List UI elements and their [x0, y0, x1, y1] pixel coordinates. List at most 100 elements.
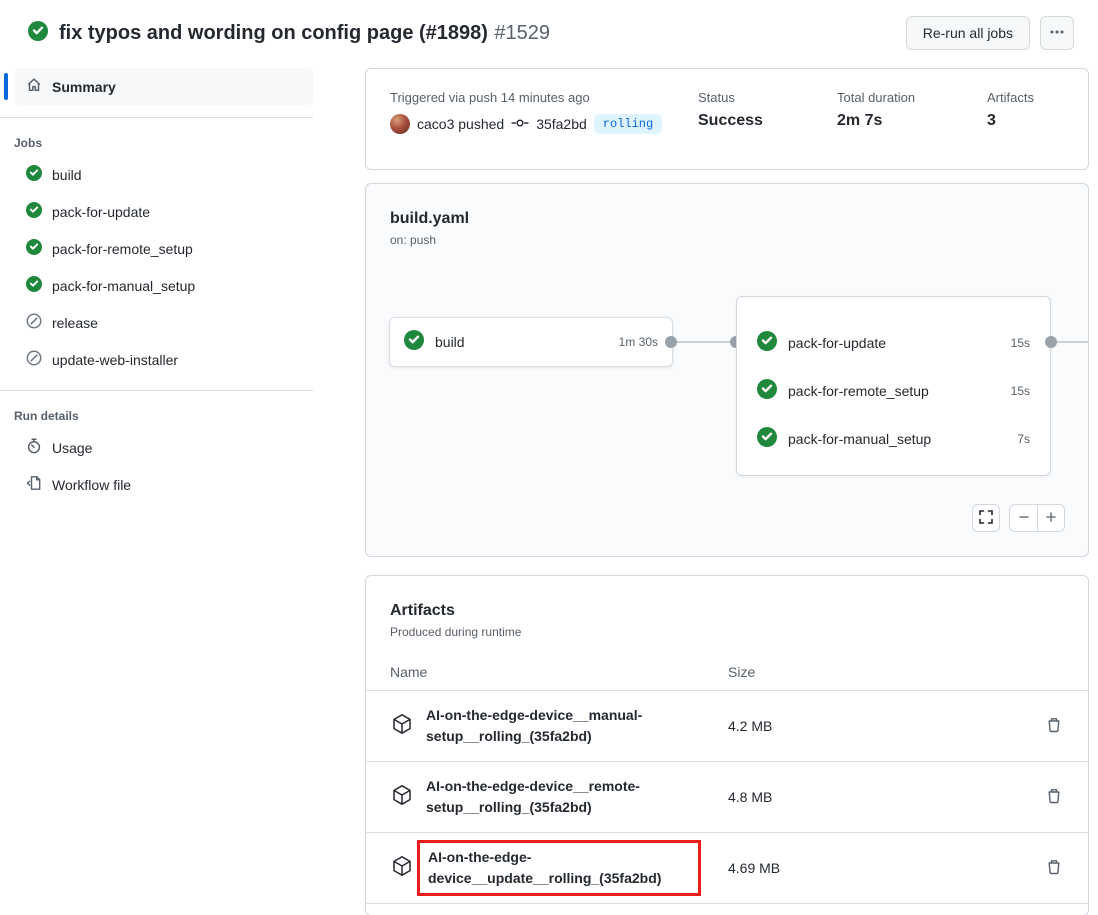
sidebar-job-pack-for-update[interactable]: pack-for-update [14, 193, 313, 230]
column-header-name: Name [390, 664, 728, 680]
package-icon [390, 854, 414, 883]
check-circle-icon [757, 331, 777, 356]
artifacts-title: Artifacts [390, 602, 1064, 620]
home-icon [26, 77, 42, 96]
main-content: Triggered via push 14 minutes ago caco3 … [365, 68, 1089, 915]
column-header-size: Size [728, 664, 755, 680]
kebab-icon [1049, 24, 1065, 43]
artifact-size: 4.2 MB [728, 718, 928, 734]
divider [0, 390, 313, 391]
minus-icon [1018, 511, 1030, 526]
artifact-size: 4.8 MB [728, 789, 928, 805]
triggered-text: Triggered via push 14 minutes ago [390, 90, 698, 105]
artifact-name-link[interactable]: AI-on-the-edge-device__update__rolling_(… [428, 847, 690, 889]
artifacts-card: Artifacts Produced during runtime Name S… [365, 575, 1089, 915]
stat-label: Status [698, 90, 837, 105]
graph-node-pack-for-manual-setup[interactable]: pack-for-manual_setup 7s [737, 415, 1050, 463]
trash-icon [1046, 859, 1062, 878]
sidebar-item-summary[interactable]: Summary [14, 68, 313, 105]
artifact-name-link[interactable]: AI-on-the-edge-device__remote-setup__rol… [426, 776, 706, 818]
graph-node-label: pack-for-remote_setup [788, 383, 929, 399]
sidebar-item-label: Summary [52, 79, 116, 95]
divider [0, 117, 313, 118]
delete-artifact-button[interactable] [1044, 786, 1064, 809]
run-detail-label: Workflow file [52, 477, 131, 493]
stopwatch-icon [26, 438, 42, 457]
job-label: release [52, 315, 98, 331]
duration-value: 2m 7s [837, 112, 987, 130]
sidebar: Summary Jobs build pack-for-update pack-… [0, 68, 341, 503]
graph-edge-dot [1045, 336, 1057, 348]
file-code-icon [26, 475, 42, 494]
artifact-row: AI-on-the-edge-device__remote-setup__rol… [366, 762, 1088, 833]
artifact-row: AI-on-the-edge-device__update__rolling_(… [366, 833, 1088, 904]
graph-node-duration: 7s [1017, 432, 1030, 446]
actor-text[interactable]: caco3 pushed [417, 116, 504, 132]
check-circle-icon [26, 202, 42, 221]
fit-view-button[interactable] [972, 504, 1000, 532]
sidebar-item-workflow-file[interactable]: Workflow file [14, 466, 313, 503]
page-title: fix typos and wording on config page (#1… [59, 22, 488, 44]
graph-node-duration: 15s [1011, 384, 1030, 398]
graph-node-duration: 1m 30s [619, 335, 658, 349]
branch-badge[interactable]: rolling [594, 114, 662, 134]
graph-node-build[interactable]: build 1m 30s [389, 317, 673, 367]
status-value: Success [698, 112, 837, 130]
run-detail-label: Usage [52, 440, 92, 456]
trash-icon [1046, 788, 1062, 807]
delete-artifact-button[interactable] [1044, 715, 1064, 738]
artifacts-count-value: 3 [987, 112, 1064, 130]
graph-node-label: build [435, 334, 465, 350]
graph-node-pack-for-update[interactable]: pack-for-update 15s [737, 319, 1050, 367]
zoom-controls [1009, 504, 1065, 532]
sidebar-job-build[interactable]: build [14, 156, 313, 193]
zoom-in-button[interactable] [1037, 505, 1064, 531]
graph-node-duration: 15s [1011, 336, 1030, 350]
workflow-graph-card: build.yaml on: push build 1m 30s pack-fo… [365, 183, 1089, 557]
run-summary-card: Triggered via push 14 minutes ago caco3 … [365, 68, 1089, 170]
plus-icon [1045, 511, 1057, 526]
check-circle-icon [404, 330, 424, 355]
sidebar-job-update-web-installer[interactable]: update-web-installer [14, 341, 313, 378]
artifact-size: 4.69 MB [728, 860, 928, 876]
skipped-circle-icon [26, 313, 42, 332]
graph-node-pack-for-remote-setup[interactable]: pack-for-remote_setup 15s [737, 367, 1050, 415]
artifact-row: AI-on-the-edge-device__manual-setup__rol… [366, 691, 1088, 762]
sidebar-item-usage[interactable]: Usage [14, 429, 313, 466]
check-circle-icon [26, 276, 42, 295]
sidebar-job-pack-for-remote-setup[interactable]: pack-for-remote_setup [14, 230, 313, 267]
job-label: pack-for-manual_setup [52, 278, 195, 294]
workflow-trigger: on: push [390, 233, 1088, 247]
success-check-icon [28, 21, 48, 46]
git-commit-icon [511, 115, 529, 134]
job-label: pack-for-remote_setup [52, 241, 193, 257]
workflow-file-name: build.yaml [390, 210, 1088, 228]
jobs-heading: Jobs [14, 136, 341, 150]
artifact-name-link[interactable]: AI-on-the-edge-device__manual-setup__rol… [426, 705, 706, 747]
graph-node-label: pack-for-update [788, 335, 886, 351]
kebab-menu-button[interactable] [1040, 16, 1074, 50]
graph-node-label: pack-for-manual_setup [788, 431, 931, 447]
check-circle-icon [26, 239, 42, 258]
package-icon [390, 712, 414, 741]
delete-artifact-button[interactable] [1044, 857, 1064, 880]
package-icon [390, 783, 414, 812]
sidebar-job-release[interactable]: release [14, 304, 313, 341]
job-label: build [52, 167, 82, 183]
run-details-heading: Run details [14, 409, 341, 423]
active-indicator [4, 73, 8, 100]
skipped-circle-icon [26, 350, 42, 369]
job-label: pack-for-update [52, 204, 150, 220]
artifacts-table-header: Name Size [366, 639, 1088, 691]
artifacts-subtitle: Produced during runtime [390, 625, 1064, 639]
check-circle-icon [26, 165, 42, 184]
zoom-out-button[interactable] [1010, 505, 1037, 531]
job-label: update-web-installer [52, 352, 178, 368]
sidebar-job-pack-for-manual-setup[interactable]: pack-for-manual_setup [14, 267, 313, 304]
rerun-all-jobs-button[interactable]: Re-run all jobs [906, 16, 1030, 50]
commit-sha-link[interactable]: 35fa2bd [536, 116, 587, 132]
graph-edge [671, 341, 736, 343]
avatar[interactable] [390, 114, 410, 134]
run-number: #1529 [494, 22, 550, 44]
fullscreen-icon [979, 510, 993, 527]
